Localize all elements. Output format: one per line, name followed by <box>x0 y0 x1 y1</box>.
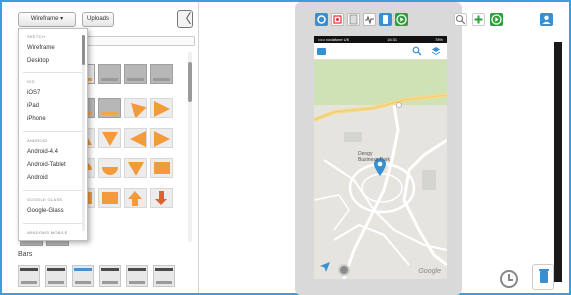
arrow-up-shape-tile[interactable] <box>124 188 147 208</box>
dropdown-group-heading: GOOGLE GLASS <box>27 197 63 202</box>
dropdown-item-android-4-4[interactable]: Android-4.4 <box>27 149 58 155</box>
wireframe-dropdown-button[interactable]: Wireframe ▾ <box>18 12 76 27</box>
history-icon[interactable] <box>500 270 518 288</box>
map-view[interactable]: Dengy Business Park Google <box>314 60 447 279</box>
dropdown-group-heading: SKETCH <box>27 34 46 39</box>
shape-tile[interactable] <box>150 128 173 148</box>
library-scrollbar-thumb[interactable] <box>188 62 192 102</box>
dropdown-item-android-tablet[interactable]: Android-Tablet <box>27 162 66 168</box>
zoom-icon[interactable] <box>454 13 467 26</box>
bar-tile[interactable] <box>72 265 94 287</box>
dropdown-divider <box>23 223 83 224</box>
component-tile[interactable] <box>98 64 121 84</box>
bar-tile[interactable] <box>153 265 175 287</box>
arrow-down-shape-tile[interactable] <box>150 188 173 208</box>
dropdown-divider <box>23 72 83 73</box>
dropdown-scrollbar-thumb[interactable] <box>82 35 85 65</box>
map-marker-label: Dengy Business Park <box>358 151 390 163</box>
user-icon[interactable] <box>540 13 553 26</box>
map-app-bar <box>314 43 447 60</box>
battery-label: 78% <box>434 37 443 42</box>
design-canvas: ••••• vodafone UK 16:31 78% Dengy Busine… <box>200 2 569 295</box>
bar-tile[interactable] <box>18 265 40 287</box>
dropdown-item-ios7[interactable]: iOS7 <box>27 90 40 96</box>
bars-component-row <box>18 265 175 287</box>
settings-icon[interactable] <box>315 13 328 26</box>
shape-tile[interactable] <box>124 128 147 148</box>
map-watermark: Google <box>418 268 441 275</box>
semicircle-shape-tile[interactable] <box>98 158 121 178</box>
mobile-icon[interactable] <box>379 13 392 26</box>
component-tile[interactable] <box>150 64 173 84</box>
shape-tile[interactable] <box>124 158 147 178</box>
wireframe-type-dropdown: SKETCH Wireframe Desktop IOS iOS7 iPad i… <box>18 28 88 241</box>
dropdown-group-heading: IOS <box>27 79 35 84</box>
dropdown-group-heading: ANDROID <box>27 138 48 143</box>
dropdown-item-android[interactable]: Android <box>27 175 48 181</box>
dropdown-divider <box>23 131 83 132</box>
bar-tile[interactable] <box>99 265 121 287</box>
globe-icon[interactable] <box>338 264 350 276</box>
time-label: 16:31 <box>387 37 398 42</box>
triangle-shape-tile[interactable] <box>124 98 147 118</box>
heart-rate-icon[interactable] <box>363 13 376 26</box>
shape-tile[interactable] <box>98 188 121 208</box>
bar-tile[interactable] <box>45 265 67 287</box>
second-device-edge <box>554 42 562 282</box>
shape-tile[interactable] <box>98 128 121 148</box>
marker-label-line: Business Park <box>358 157 390 163</box>
dropdown-item-google-glass[interactable]: Google-Glass <box>27 208 64 214</box>
carrier-label: ••••• vodafone UK <box>318 37 350 42</box>
add-icon[interactable] <box>472 13 485 26</box>
uploads-button[interactable]: Uploads <box>82 12 114 27</box>
dropdown-item-ipad[interactable]: iPad <box>27 103 39 109</box>
triangle-shape-tile[interactable] <box>150 98 173 118</box>
layers-icon[interactable] <box>431 46 441 56</box>
collapse-panel-button[interactable]: 〈 <box>177 10 193 28</box>
dropdown-divider <box>23 190 83 191</box>
play-icon[interactable] <box>490 13 503 26</box>
bars-section-heading: Bars <box>18 251 33 258</box>
play-icon[interactable] <box>395 13 408 26</box>
my-location-button[interactable] <box>319 261 331 275</box>
dropdown-item-wireframe[interactable]: Wireframe <box>27 45 55 51</box>
page-icon[interactable] <box>347 13 360 26</box>
component-tile[interactable] <box>98 98 121 118</box>
phone-screen[interactable]: ••••• vodafone UK 16:31 78% Dengy Busine… <box>314 36 447 279</box>
component-tile[interactable] <box>124 64 147 84</box>
menu-icon[interactable] <box>317 47 326 56</box>
bar-tile[interactable] <box>126 265 148 287</box>
phone-status-bar: ••••• vodafone UK 16:31 78% <box>314 36 447 43</box>
component-library-panel: Wireframe ▾ Uploads 〈 Bars SKETCH Wirefr… <box>2 2 199 293</box>
shape-tile[interactable] <box>150 158 173 178</box>
dropdown-item-desktop[interactable]: Desktop <box>27 58 49 64</box>
trash-icon[interactable] <box>532 264 554 290</box>
dropdown-group-heading: WINDOWS MOBILE <box>27 230 68 235</box>
record-icon[interactable] <box>331 13 344 26</box>
navigation-arrow-icon <box>320 262 330 272</box>
search-icon[interactable] <box>412 46 422 56</box>
dropdown-item-iphone[interactable]: iPhone <box>27 116 46 122</box>
